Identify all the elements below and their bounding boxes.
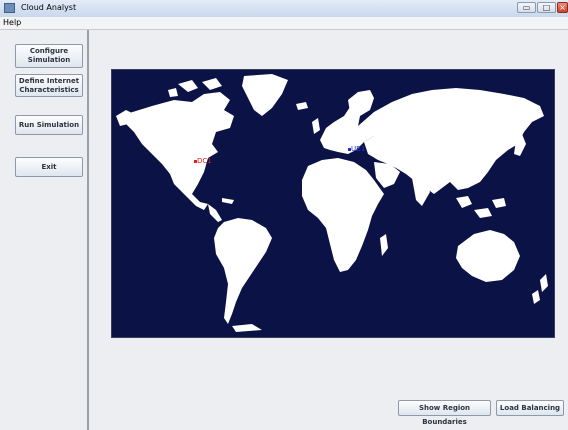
define-internet-button[interactable]: Define Internet Characteristics: [15, 74, 83, 97]
define-internet-label: Define Internet Characteristics: [18, 76, 80, 94]
configure-simulation-label: Configure Simulation: [27, 47, 71, 64]
exit-button[interactable]: Exit: [15, 157, 83, 177]
maximize-button[interactable]: □: [537, 2, 556, 13]
left-panel: Configure Simulation Define Internet Cha…: [0, 30, 89, 430]
dc1-label: DC1: [197, 157, 212, 165]
minimize-button[interactable]: ▭: [517, 2, 536, 13]
app-icon: [4, 3, 15, 13]
load-balancing-button[interactable]: Load Balancing: [496, 400, 564, 416]
close-button[interactable]: ×: [557, 2, 568, 13]
world-map[interactable]: DC1 UB1: [111, 69, 555, 338]
ub1-label: UB1: [351, 145, 366, 153]
title-bar: Cloud Analyst ▭ □ ×: [0, 0, 568, 18]
show-region-boundaries-button[interactable]: Show Region Boundaries: [398, 400, 491, 426]
run-simulation-label: Run Simulation: [18, 120, 80, 129]
exit-label: Exit: [41, 162, 57, 171]
run-simulation-button[interactable]: Run Simulation: [15, 115, 83, 135]
window-title: Cloud Analyst: [21, 3, 77, 12]
configure-simulation-button[interactable]: Configure Simulation: [15, 44, 83, 68]
menu-bar: Help: [0, 17, 568, 30]
menu-help[interactable]: Help: [3, 18, 21, 27]
world-map-land: [116, 74, 548, 332]
